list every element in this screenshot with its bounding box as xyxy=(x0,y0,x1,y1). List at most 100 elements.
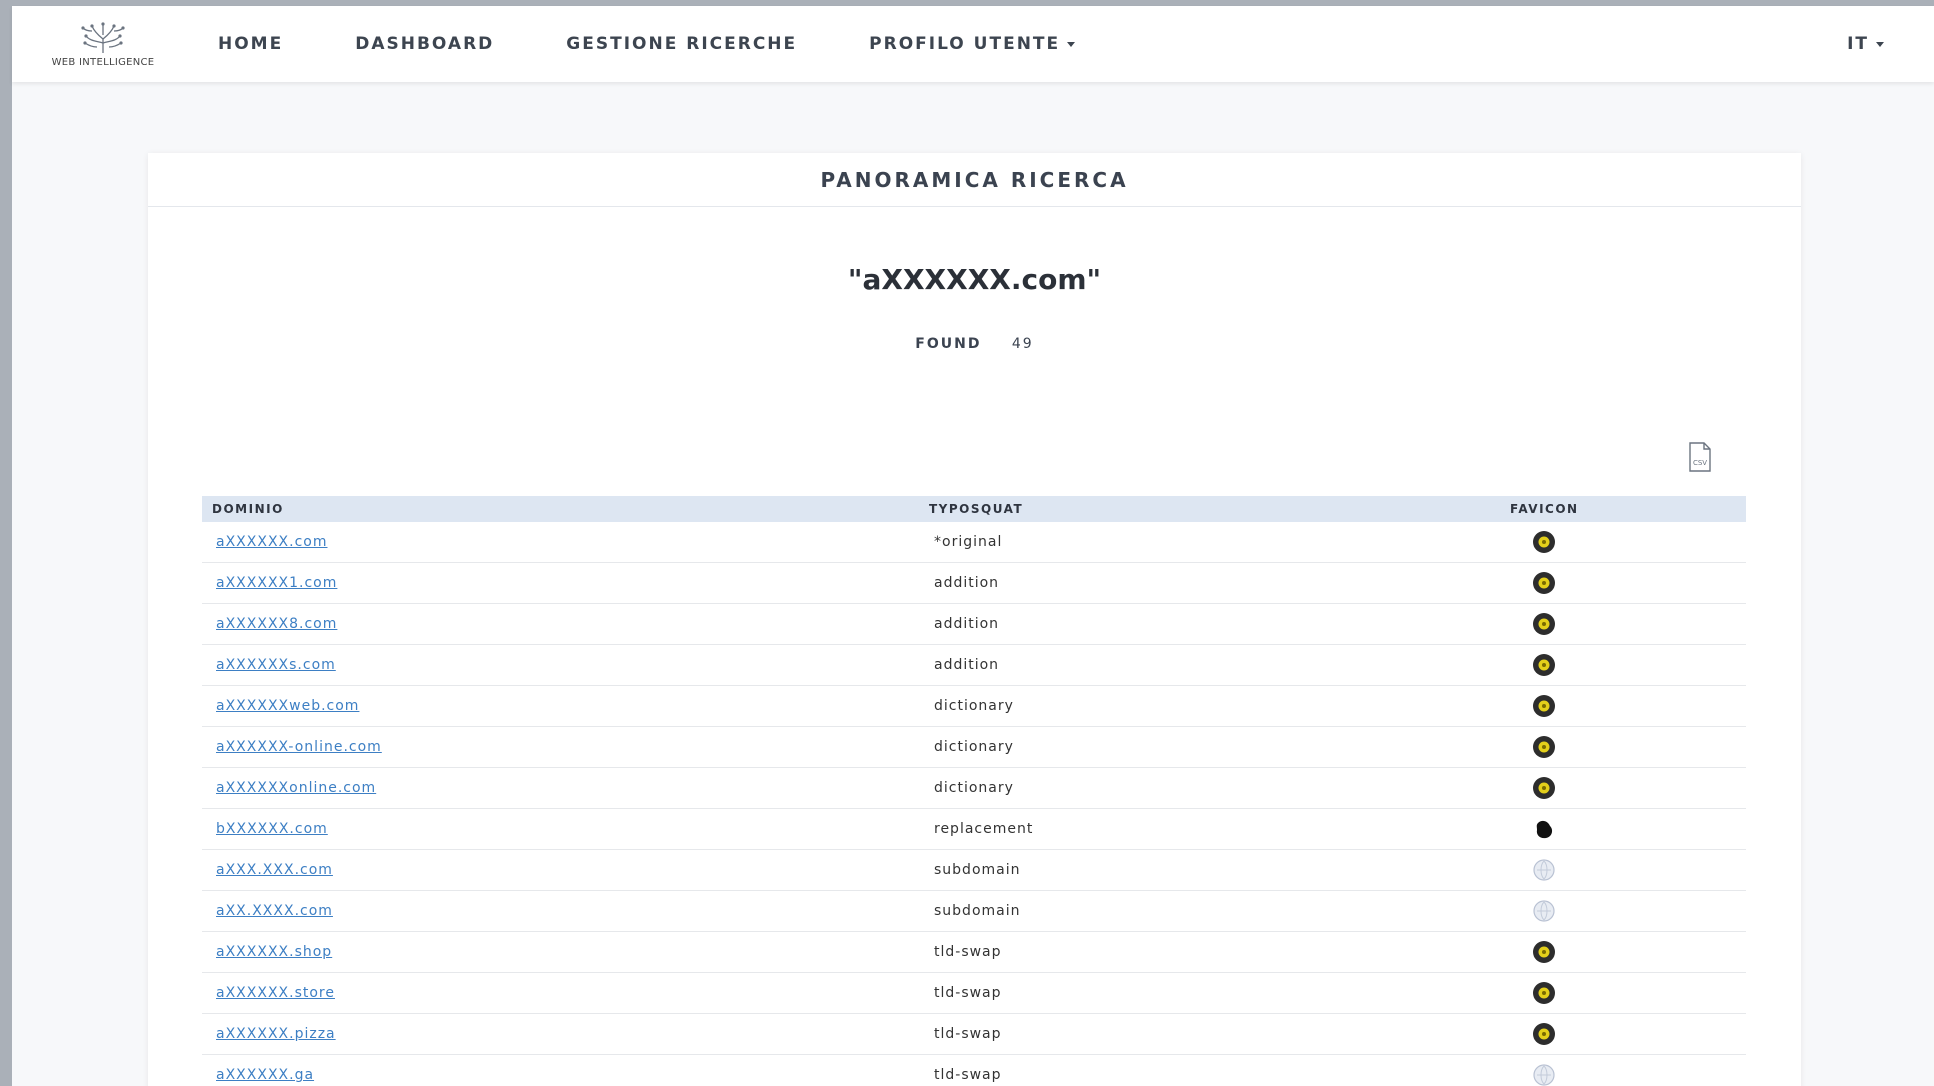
globe-grey-favicon-icon xyxy=(1533,859,1555,881)
favicon-cell xyxy=(1489,612,1746,636)
table-row: aXXXXXXweb.com dictionary xyxy=(202,686,1746,727)
language-selector[interactable]: IT xyxy=(1847,34,1884,54)
typosquat-cell: dictionary xyxy=(934,739,1014,755)
top-navbar: WEB INTELLIGENCE HOME DASHBOARD GESTIONE… xyxy=(12,6,1934,82)
domain-cell: aXXXXXXs.com xyxy=(202,657,929,673)
nav-gestione-ricerche[interactable]: GESTIONE RICERCHE xyxy=(566,34,797,54)
favicon-cell xyxy=(1489,981,1746,1005)
yellow-dot-favicon-icon xyxy=(1533,613,1555,635)
typosquat-cell: *original xyxy=(934,534,1003,550)
brain-circuit-icon xyxy=(81,21,125,53)
table-body: aXXXXXX.com *original aXXXXXX1.com addition… xyxy=(202,522,1746,1086)
col-favicon: FAVICON xyxy=(1510,502,1579,516)
domain-link[interactable]: aXXXXXX.com xyxy=(216,534,327,550)
favicon-cell xyxy=(1489,653,1746,677)
domain-link[interactable]: aXXXXXX1.com xyxy=(216,575,337,591)
domain-cell: aXXXXXXweb.com xyxy=(202,698,929,714)
domain-cell: aXXXXXX.pizza xyxy=(202,1026,929,1042)
caret-down-icon xyxy=(1876,41,1884,47)
typosquat-cell: tld-swap xyxy=(934,944,1002,960)
typosquat-cell: tld-swap xyxy=(934,1026,1002,1042)
caret-down-icon xyxy=(1067,41,1076,47)
favicon-cell xyxy=(1489,735,1746,759)
domain-cell: aXXXXXX1.com xyxy=(202,575,929,591)
table-row: aXXXXXX.store tld-swap xyxy=(202,973,1746,1014)
favicon-cell xyxy=(1489,1063,1746,1086)
domain-link[interactable]: aXXXXXXonline.com xyxy=(216,780,376,796)
yellow-dot-favicon-icon xyxy=(1533,654,1555,676)
favicon-cell xyxy=(1489,940,1746,964)
domain-link[interactable]: aXX.XXXX.com xyxy=(216,903,333,919)
globe-grey-favicon-icon xyxy=(1533,1064,1555,1086)
favicon-cell xyxy=(1489,571,1746,595)
typosquat-cell: addition xyxy=(934,657,1000,673)
nav-dashboard[interactable]: DASHBOARD xyxy=(355,34,494,54)
svg-text:CSV: CSV xyxy=(1693,459,1707,467)
favicon-cell xyxy=(1489,694,1746,718)
yellow-dot-favicon-icon xyxy=(1533,941,1555,963)
domain-link[interactable]: aXXXXXX.pizza xyxy=(216,1026,336,1042)
domain-cell: bXXXXXX.com xyxy=(202,821,929,837)
found-label: FOUND xyxy=(915,336,982,352)
favicon-cell xyxy=(1489,530,1746,554)
domain-link[interactable]: aXXXXXX.ga xyxy=(216,1067,314,1083)
table-row: aXXXXXXonline.com dictionary xyxy=(202,768,1746,809)
yellow-dot-favicon-icon xyxy=(1533,531,1555,553)
yellow-dot-favicon-icon xyxy=(1533,736,1555,758)
typosquat-cell: tld-swap xyxy=(934,985,1002,1001)
found-count: 49 xyxy=(1011,336,1034,352)
yellow-dot-favicon-icon xyxy=(1533,982,1555,1004)
domain-cell: aXXXXXX.com xyxy=(202,534,929,550)
typosquat-cell: tld-swap xyxy=(934,1067,1002,1083)
table-row: bXXXXXX.com replacement xyxy=(202,809,1746,850)
domain-link[interactable]: aXXXXXXs.com xyxy=(216,657,336,673)
nav-home[interactable]: HOME xyxy=(218,34,283,54)
domain-link[interactable]: bXXXXXX.com xyxy=(216,821,328,837)
table-row: aXXXXXX-online.com dictionary xyxy=(202,727,1746,768)
favicon-cell xyxy=(1489,776,1746,800)
yellow-dot-favicon-icon xyxy=(1533,572,1555,594)
typosquat-cell: subdomain xyxy=(934,903,1021,919)
domain-cell: aXXXXXXonline.com xyxy=(202,780,929,796)
col-typosquat: TYPOSQUAT xyxy=(929,502,1024,516)
domain-link[interactable]: aXXXXXX8.com xyxy=(216,616,337,632)
table-row: aXXXXXX.pizza tld-swap xyxy=(202,1014,1746,1055)
language-label: IT xyxy=(1847,34,1869,54)
table-row: aXXX.XXX.com subdomain xyxy=(202,850,1746,891)
domain-cell: aXXXXXX.ga xyxy=(202,1067,929,1083)
search-query: "aXXXXXX.com" xyxy=(847,263,1102,296)
domain-link[interactable]: aXXX.XXX.com xyxy=(216,862,333,878)
table-row: aXXXXXX.ga tld-swap xyxy=(202,1055,1746,1086)
domain-cell: aXXXXXX8.com xyxy=(202,616,929,632)
brand-logo[interactable]: WEB INTELLIGENCE xyxy=(28,6,178,82)
table-row: aXXXXXX1.com addition xyxy=(202,563,1746,604)
typosquat-cell: addition xyxy=(934,616,1000,632)
yellow-dot-favicon-icon xyxy=(1533,695,1555,717)
csv-export-icon[interactable]: CSV xyxy=(1688,442,1712,472)
domain-cell: aXXXXXX.shop xyxy=(202,944,929,960)
table-row: aXXXXXX.shop tld-swap xyxy=(202,932,1746,973)
domain-link[interactable]: aXXXXXX.store xyxy=(216,985,335,1001)
main-nav: HOME DASHBOARD GESTIONE RICERCHE PROFILO… xyxy=(218,34,1147,54)
domain-link[interactable]: aXXXXXXweb.com xyxy=(216,698,359,714)
favicon-cell xyxy=(1489,1022,1746,1046)
table-row: aXXXXXX8.com addition xyxy=(202,604,1746,645)
typosquat-cell: replacement xyxy=(934,821,1034,837)
table-row: aXX.XXXX.com subdomain xyxy=(202,891,1746,932)
typosquat-cell: addition xyxy=(934,575,1000,591)
yellow-dot-favicon-icon xyxy=(1533,777,1555,799)
typosquat-cell: dictionary xyxy=(934,780,1014,796)
table-header: DOMINIO TYPOSQUAT FAVICON xyxy=(202,496,1746,522)
nav-profilo-utente[interactable]: PROFILO UTENTE xyxy=(869,34,1076,54)
globe-grey-favicon-icon xyxy=(1533,900,1555,922)
domain-link[interactable]: aXXXXXX-online.com xyxy=(216,739,382,755)
search-overview-card: PANORAMICA RICERCA "aXXXXXX.com" FOUND 4… xyxy=(148,153,1801,1086)
table-row: aXXXXXX.com *original xyxy=(202,522,1746,563)
yellow-dot-favicon-icon xyxy=(1533,1023,1555,1045)
found-summary: FOUND 49 xyxy=(148,336,1801,352)
domain-link[interactable]: aXXXXXX.shop xyxy=(216,944,332,960)
logo-text: WEB INTELLIGENCE xyxy=(51,56,155,68)
card-title: PANORAMICA RICERCA xyxy=(148,153,1801,207)
domain-cell: aXXXXXX.store xyxy=(202,985,929,1001)
domain-cell: aXXX.XXX.com xyxy=(202,862,929,878)
